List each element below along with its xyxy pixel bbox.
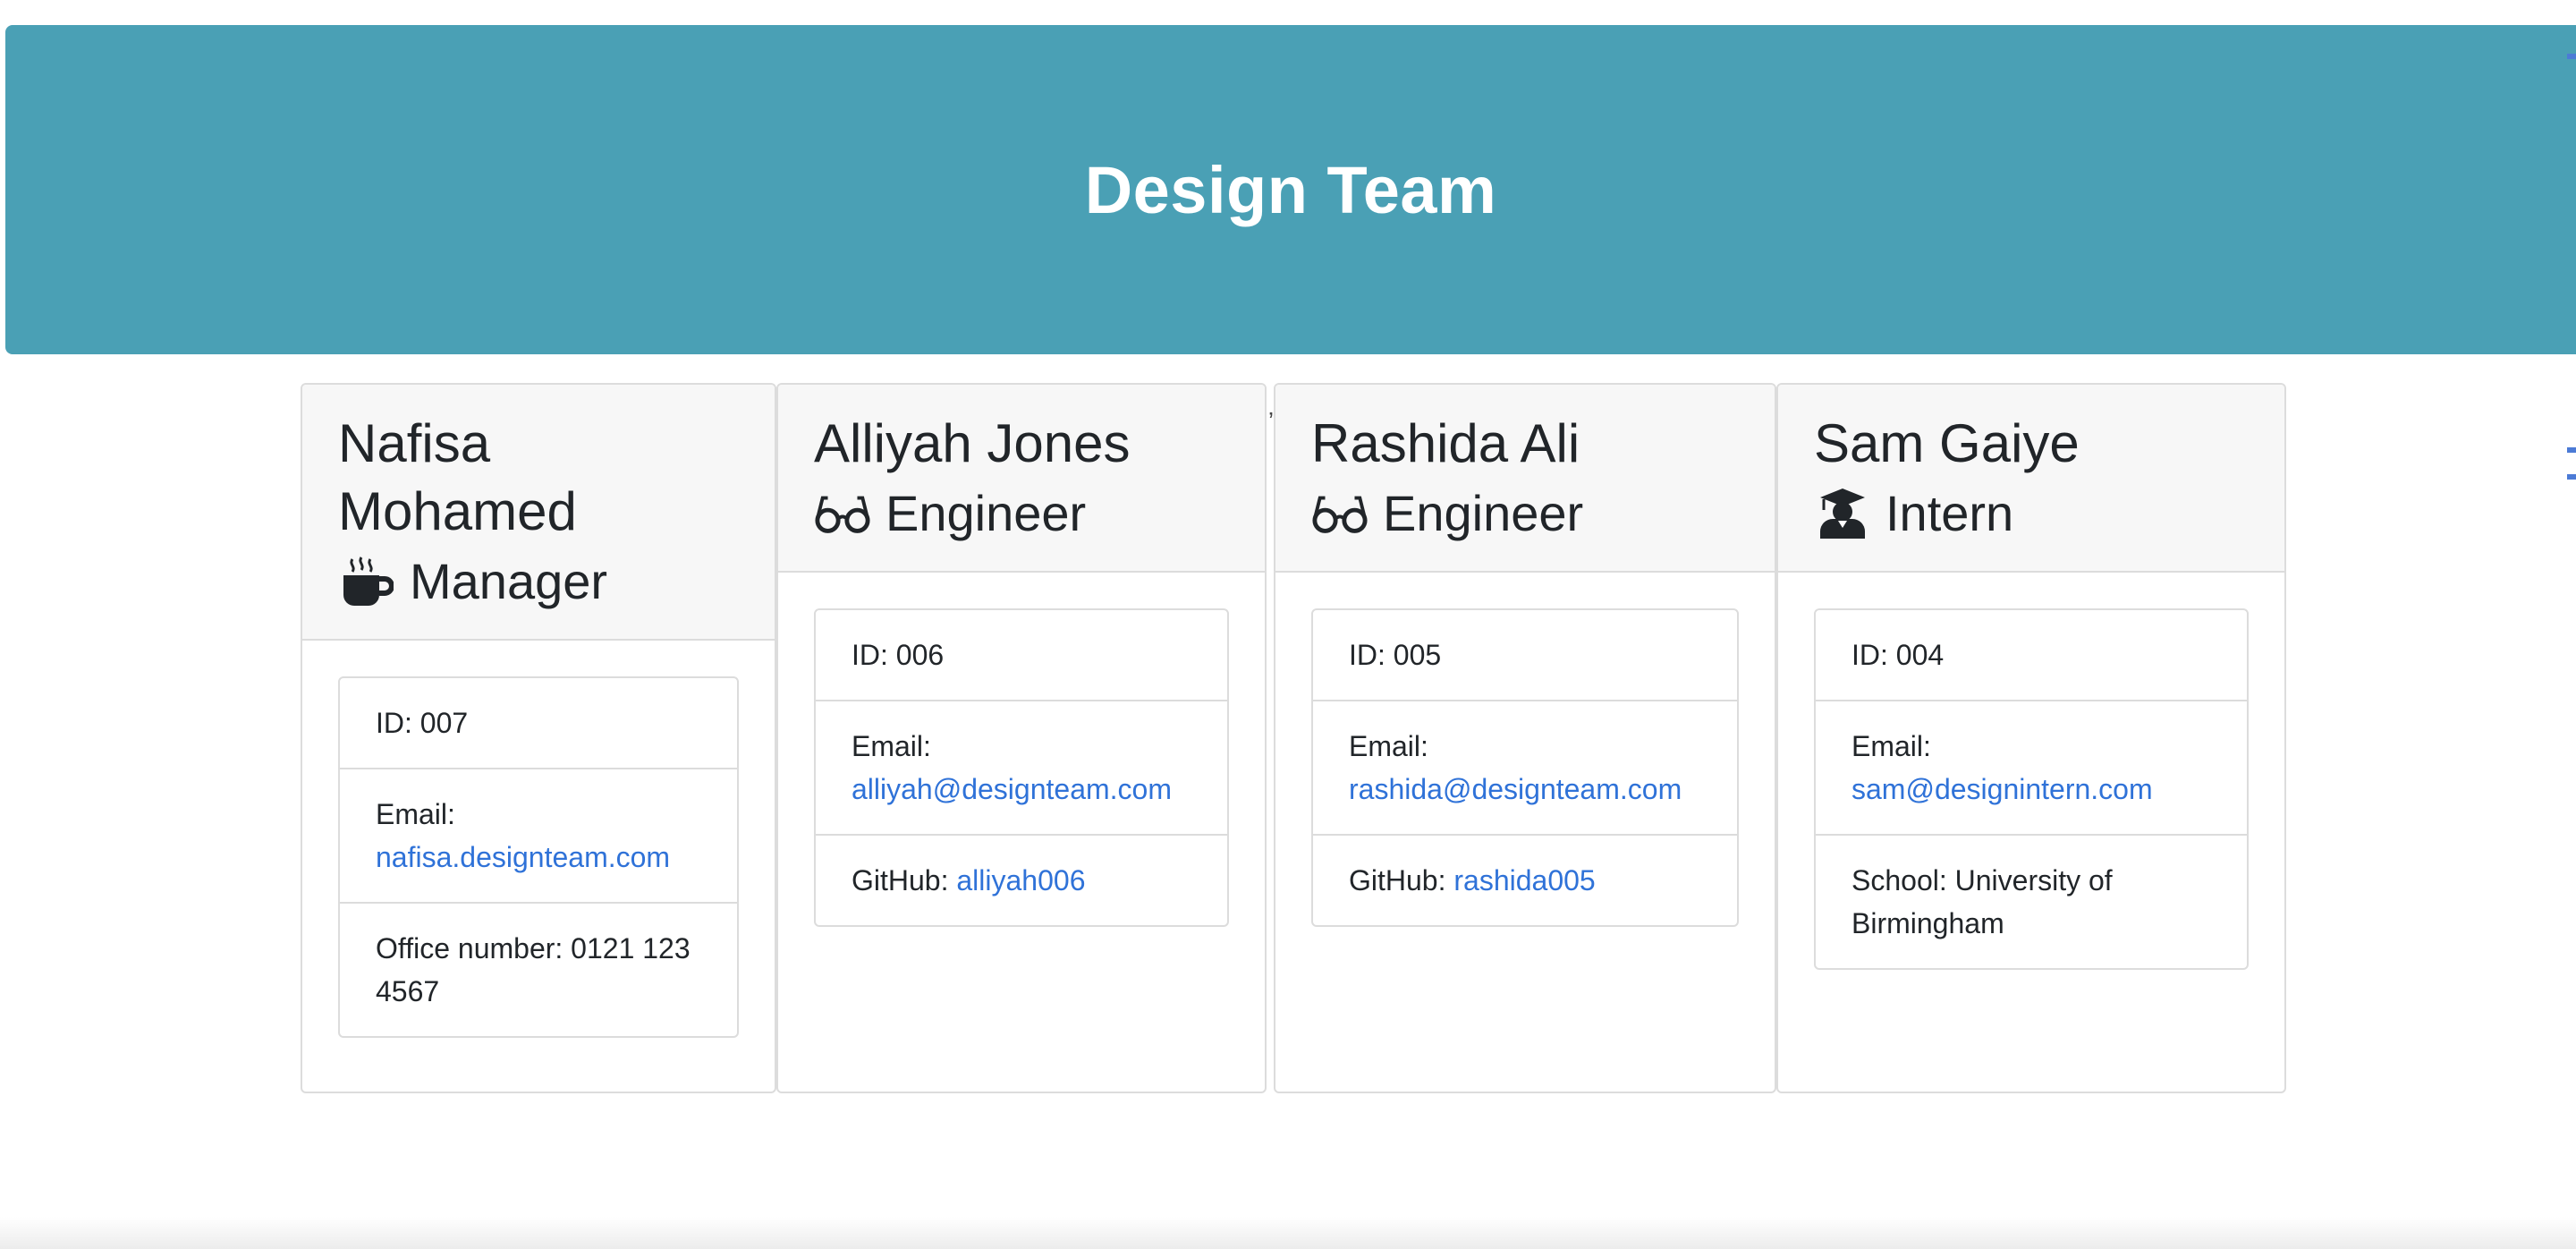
coffee-icon: [338, 555, 395, 608]
email-label: Email:: [376, 798, 455, 830]
email-link[interactable]: rashida@designteam.com: [1349, 773, 1682, 805]
bottom-shadow: [0, 1217, 2576, 1249]
page: Design Team ʼ Nafisa Mohamed Manager ID:…: [0, 0, 2576, 1249]
glasses-icon: [1311, 487, 1368, 540]
github-link[interactable]: alliyah006: [956, 864, 1085, 896]
employee-name: Nafisa Mohamed: [338, 413, 577, 541]
role-label: Engineer: [886, 485, 1087, 541]
details-list: ID: 006 Email: alliyah@designteam.com Gi…: [814, 608, 1229, 927]
github-label: GitHub:: [1349, 864, 1446, 896]
employee-role: Intern: [1814, 480, 2249, 548]
team-cards: Nafisa Mohamed Manager ID: 007 Email: na…: [0, 383, 2576, 1093]
github-link[interactable]: rashida005: [1453, 864, 1595, 896]
email-link[interactable]: sam@designintern.com: [1852, 773, 2153, 805]
employee-card-engineer: Rashida Ali Engineer ID: 005 Email: rash…: [1274, 383, 1776, 1093]
role-label: Intern: [1885, 485, 2014, 541]
email-row: Email: rashida@designteam.com: [1313, 701, 1737, 836]
edge-marker: [2567, 54, 2576, 59]
role-label: Manager: [410, 553, 608, 609]
email-link[interactable]: alliyah@designteam.com: [852, 773, 1172, 805]
github-row: GitHub: alliyah006: [816, 836, 1227, 925]
employee-role: Manager: [338, 548, 739, 616]
card-header: Sam Gaiye Intern: [1778, 385, 2284, 573]
details-list: ID: 004 Email: sam@designintern.com Scho…: [1814, 608, 2249, 970]
github-row: GitHub: rashida005: [1313, 836, 1737, 925]
employee-role: Engineer: [814, 480, 1229, 548]
employee-name: Alliyah Jones: [814, 413, 1131, 473]
card-header: Nafisa Mohamed Manager: [302, 385, 775, 641]
page-title: Design Team: [1084, 152, 1497, 227]
employee-card-engineer: Alliyah Jones Engineer ID: 006 Email: al…: [776, 383, 1267, 1093]
email-link[interactable]: nafisa.designteam.com: [376, 841, 670, 873]
details-list: ID: 007 Email: nafisa.designteam.com Off…: [338, 676, 739, 1038]
employee-card-intern: Sam Gaiye Intern ID: 004 Email: sam@desi…: [1776, 383, 2286, 1093]
github-label: GitHub:: [852, 864, 949, 896]
card-header: Alliyah Jones Engineer: [778, 385, 1265, 573]
email-row: Email: sam@designintern.com: [1816, 701, 2247, 836]
id-row: ID: 007: [340, 678, 737, 769]
email-row: Email: alliyah@designteam.com: [816, 701, 1227, 836]
glasses-icon: [814, 487, 871, 540]
id-row: ID: 006: [816, 610, 1227, 701]
card-body: ID: 006 Email: alliyah@designteam.com Gi…: [778, 573, 1265, 963]
email-label: Email:: [1852, 730, 1931, 762]
employee-card-manager: Nafisa Mohamed Manager ID: 007 Email: na…: [301, 383, 776, 1093]
card-body: ID: 005 Email: rashida@designteam.com Gi…: [1275, 573, 1775, 963]
school-row: School: University of Birmingham: [1852, 864, 2113, 939]
graduate-icon: [1814, 487, 1871, 540]
employee-name: Sam Gaiye: [1814, 413, 2080, 473]
email-row: Email: nafisa.designteam.com: [340, 769, 737, 904]
details-list: ID: 005 Email: rashida@designteam.com Gi…: [1311, 608, 1739, 927]
office-number-row: Office number: 0121 123 4567: [376, 932, 691, 1007]
employee-name: Rashida Ali: [1311, 413, 1580, 473]
role-label: Engineer: [1383, 485, 1584, 541]
header-banner: Design Team: [5, 25, 2576, 354]
employee-role: Engineer: [1311, 480, 1739, 548]
id-row: ID: 004: [1816, 610, 2247, 701]
email-label: Email:: [852, 730, 931, 762]
email-label: Email:: [1349, 730, 1428, 762]
card-body: ID: 004 Email: sam@designintern.com Scho…: [1778, 573, 2284, 1006]
card-body: ID: 007 Email: nafisa.designteam.com Off…: [302, 641, 775, 1074]
card-header: Rashida Ali Engineer: [1275, 385, 1775, 573]
id-row: ID: 005: [1313, 610, 1737, 701]
